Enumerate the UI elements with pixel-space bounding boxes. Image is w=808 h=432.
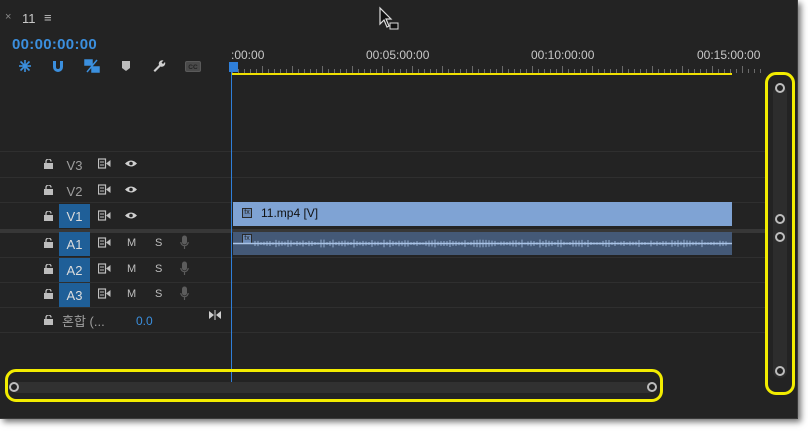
mute-track-button[interactable]: M [127, 288, 136, 300]
track-target-v2[interactable]: V2 [59, 179, 90, 203]
voiceover-mic-icon[interactable] [180, 286, 189, 301]
solo-track-button[interactable]: S [155, 263, 162, 275]
work-area-bar[interactable] [232, 73, 732, 75]
mouse-cursor-icon [379, 6, 399, 30]
captions-icon[interactable]: CC [184, 58, 202, 74]
track-lock-icon[interactable] [44, 185, 53, 195]
highlight-horizontal-scrollbar [5, 369, 663, 402]
track-target-a1[interactable]: A1 [59, 232, 90, 256]
track-row-bottom-line [0, 332, 765, 333]
track-lock-icon[interactable] [44, 211, 53, 221]
sync-lock-icon[interactable] [98, 288, 111, 299]
voiceover-mic-icon[interactable] [180, 261, 189, 276]
toggle-output-eye-icon[interactable] [124, 185, 138, 194]
close-tab-icon[interactable]: × [5, 11, 11, 23]
toggle-output-eye-icon[interactable] [124, 159, 138, 168]
sync-lock-icon[interactable] [98, 263, 111, 274]
snap-magnet-icon[interactable] [49, 58, 67, 74]
track-lock-icon[interactable] [44, 238, 53, 248]
track-target-a3[interactable]: A3 [59, 283, 90, 307]
sync-lock-icon[interactable] [98, 237, 111, 248]
track-row-mix [0, 307, 765, 332]
go-to-end-icon[interactable] [209, 310, 221, 320]
mix-track-label: 혼합 (... [62, 314, 105, 329]
timeline-panel: × 11 ≡ 00:00:00:00 CC :00:00 00:05:00:00… [0, 0, 798, 419]
audio-waveform [233, 239, 732, 248]
add-marker-icon[interactable] [117, 58, 135, 74]
panel-menu-icon[interactable]: ≡ [44, 10, 52, 25]
video-clip-label: 11.mp4 [V] [261, 206, 319, 220]
track-lock-icon[interactable] [44, 315, 53, 325]
track-row-v3: V3 [0, 151, 765, 176]
track-target-a2[interactable]: A2 [59, 258, 90, 282]
video-clip[interactable]: fx 11.mp4 [V] [233, 202, 732, 226]
track-row-a2: A2 M S [0, 257, 765, 282]
track-lock-icon[interactable] [44, 264, 53, 274]
sequence-tab-title[interactable]: 11 [22, 11, 36, 26]
track-lock-icon[interactable] [44, 159, 53, 169]
audio-clip[interactable]: fx [233, 232, 732, 255]
insert-sequence-as-nest-icon[interactable] [16, 58, 34, 74]
track-row-v2: V2 [0, 177, 765, 202]
ruler-label: 00:05:00:00 [366, 48, 430, 62]
toggle-output-eye-icon[interactable] [124, 211, 138, 220]
track-row-a3: A3 M S [0, 282, 765, 307]
voiceover-mic-icon[interactable] [180, 235, 189, 250]
ruler-label: 00:10:00:00 [531, 48, 595, 62]
sync-lock-icon[interactable] [98, 184, 111, 195]
solo-track-button[interactable]: S [155, 237, 162, 249]
highlight-vertical-scrollbar [765, 72, 795, 395]
mix-volume-value[interactable]: 0.0 [136, 314, 153, 328]
sync-lock-icon[interactable] [98, 210, 111, 221]
solo-track-button[interactable]: S [155, 288, 162, 300]
timeline-settings-wrench-icon[interactable] [150, 58, 168, 74]
mute-track-button[interactable]: M [127, 237, 136, 249]
fx-badge-icon: fx [242, 208, 252, 218]
svg-text:CC: CC [188, 64, 198, 71]
ruler-label: 00:15:00:00 [697, 48, 761, 62]
mute-track-button[interactable]: M [127, 263, 136, 275]
track-target-v1[interactable]: V1 [59, 204, 90, 228]
linked-selection-icon[interactable] [83, 58, 101, 74]
playhead-timecode[interactable]: 00:00:00:00 [12, 36, 97, 53]
track-target-v3[interactable]: V3 [59, 153, 90, 177]
sync-lock-icon[interactable] [98, 158, 111, 169]
ruler-label: :00:00 [231, 48, 265, 62]
track-lock-icon[interactable] [44, 289, 53, 299]
playhead-line[interactable] [231, 70, 232, 382]
